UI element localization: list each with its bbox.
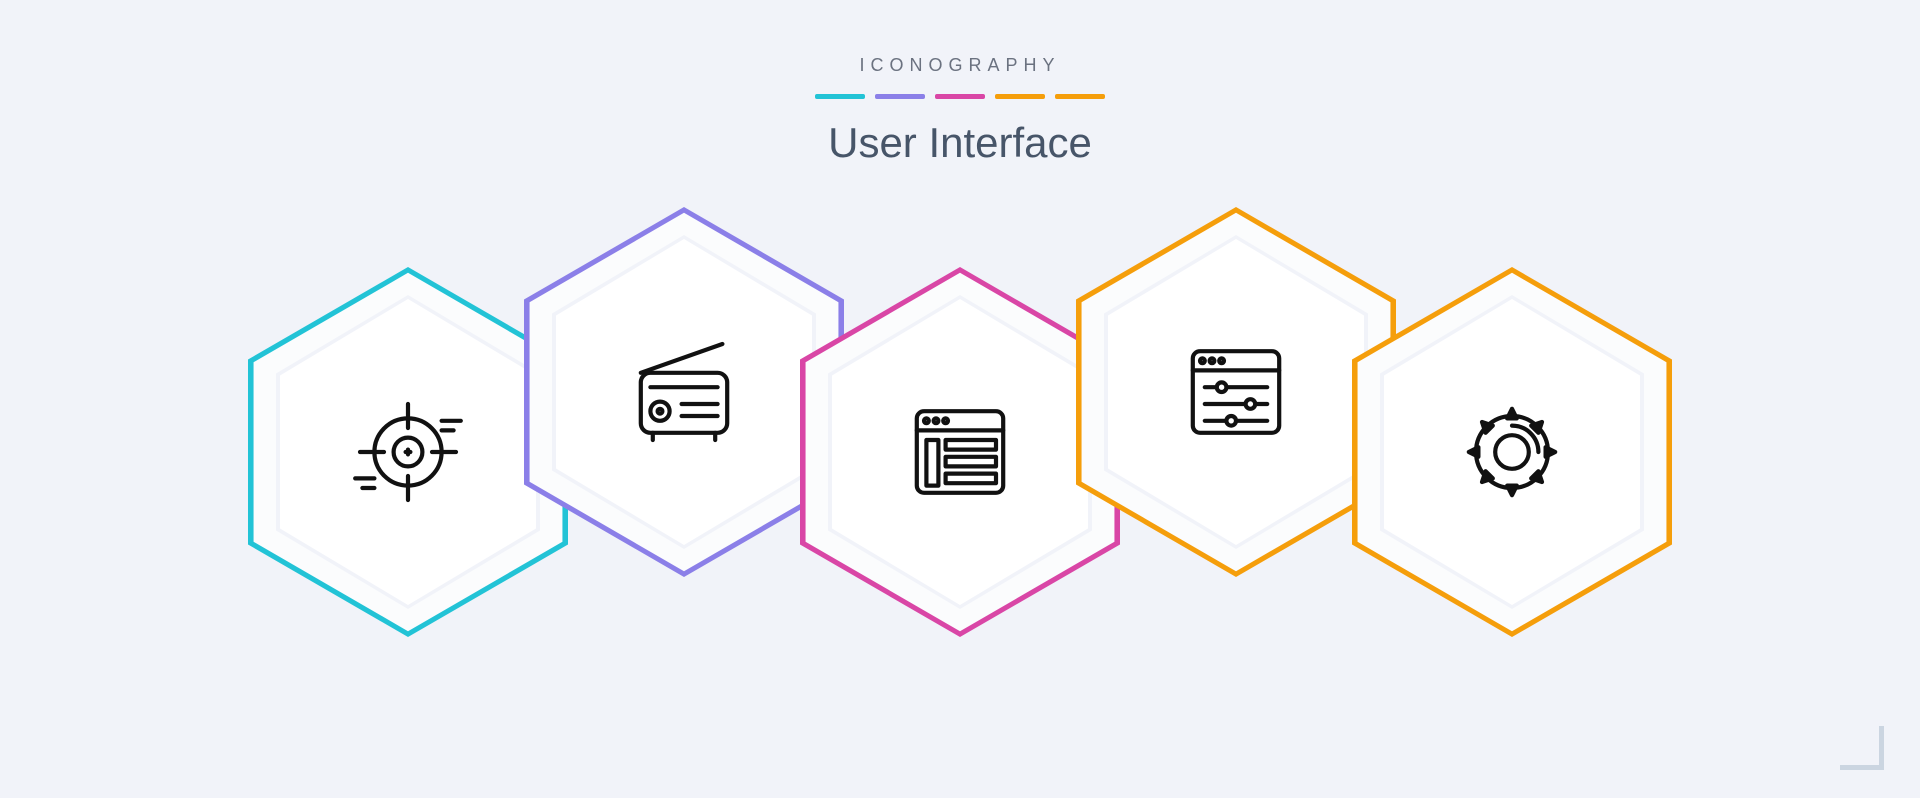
browser-sliders-icon xyxy=(1176,332,1296,452)
brand-text: ICONOGRAPHY xyxy=(815,55,1105,76)
hex-item-radio xyxy=(524,207,844,577)
page-title: User Interface xyxy=(815,119,1105,167)
hex-item-browser-sliders xyxy=(1076,207,1396,577)
accent-bar-1 xyxy=(875,94,925,99)
accent-bar-0 xyxy=(815,94,865,99)
accent-bar-4 xyxy=(1055,94,1105,99)
hex-row xyxy=(0,237,1920,657)
hex-item-target xyxy=(248,267,568,637)
corner-mark xyxy=(1840,726,1884,770)
accent-bar-3 xyxy=(995,94,1045,99)
hex-item-gear xyxy=(1352,267,1672,637)
browser-list-icon xyxy=(900,392,1020,512)
header: ICONOGRAPHY User Interface xyxy=(815,55,1105,167)
gear-icon xyxy=(1452,392,1572,512)
radio-icon xyxy=(624,332,744,452)
hex-item-browser-list xyxy=(800,267,1120,637)
accent-bar-2 xyxy=(935,94,985,99)
accent-bars xyxy=(815,94,1105,99)
target-icon xyxy=(348,392,468,512)
